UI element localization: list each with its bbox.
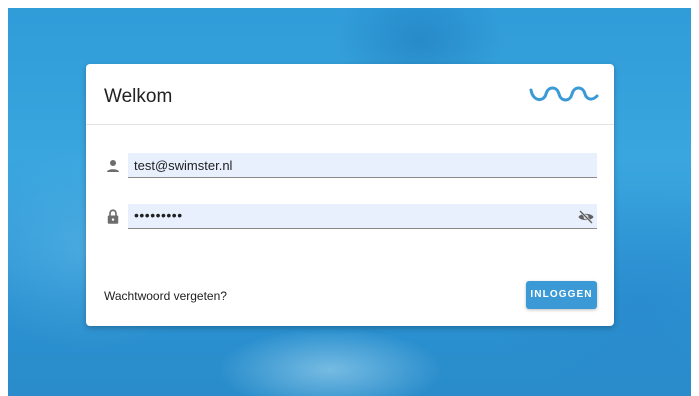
email-field-row: test@swimster.nl <box>104 153 597 179</box>
email-field-value: test@swimster.nl <box>134 158 233 173</box>
login-card: Welkom test@swimster.nl ••••••••• Wachtw… <box>86 64 614 326</box>
person-icon <box>107 160 119 172</box>
password-field-value: ••••••••• <box>134 207 183 223</box>
email-field[interactable]: test@swimster.nl <box>128 153 597 178</box>
window-frame-right <box>691 0 699 396</box>
password-field-row: ••••••••• <box>104 204 597 230</box>
page-title: Welkom <box>104 86 173 107</box>
login-card-header: Welkom <box>86 64 614 125</box>
eye-off-icon[interactable] <box>577 208 595 226</box>
swimster-wave-logo-icon <box>529 86 599 102</box>
window-frame-left <box>0 0 8 396</box>
login-button[interactable]: INLOGGEN <box>526 281 597 309</box>
forgot-password-link[interactable]: Wachtwoord vergeten? <box>104 289 227 303</box>
window-frame-top <box>0 0 699 8</box>
password-field[interactable]: ••••••••• <box>128 204 597 229</box>
lock-icon <box>107 209 119 224</box>
